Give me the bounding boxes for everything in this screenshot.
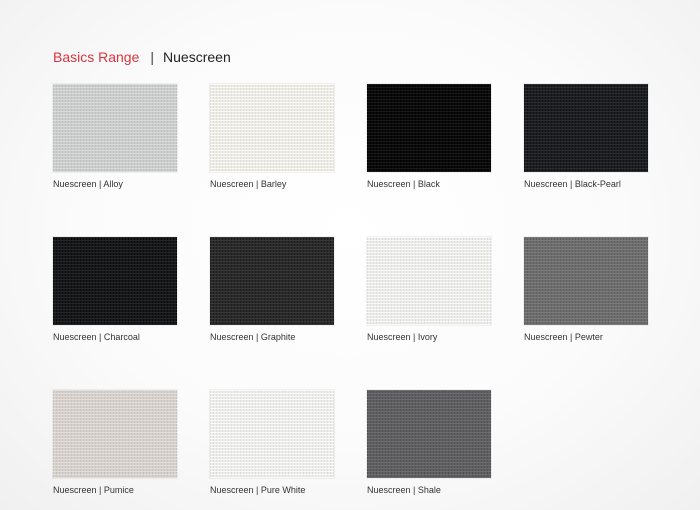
swatch-card-black-pearl[interactable]: Nuescreen | Black-Pearl (524, 84, 648, 190)
swatch-label: Nuescreen | Graphite (210, 332, 296, 342)
fabric-swatch-pumice[interactable] (53, 390, 177, 478)
range-name[interactable]: Basics Range (53, 49, 139, 65)
swatch-label: Nuescreen | Barley (210, 179, 287, 189)
swatch-label: Nuescreen | Alloy (53, 179, 123, 189)
swatch-label: Nuescreen | Black-Pearl (524, 179, 621, 189)
swatch-card-graphite[interactable]: Nuescreen | Graphite (210, 237, 334, 343)
swatch-label: Nuescreen | Ivory (367, 332, 438, 342)
fabric-swatch-pewter[interactable] (524, 237, 648, 325)
product-name: Nuescreen (163, 49, 231, 65)
swatch-card-ivory[interactable]: Nuescreen | Ivory (367, 237, 491, 343)
fabric-swatch-black[interactable] (367, 84, 491, 172)
swatch-card-pewter[interactable]: Nuescreen | Pewter (524, 237, 648, 343)
swatch-card-alloy[interactable]: Nuescreen | Alloy (53, 84, 177, 190)
fabric-swatch-shale[interactable] (367, 390, 491, 478)
swatch-card-barley[interactable]: Nuescreen | Barley (210, 84, 334, 190)
swatch-card-black[interactable]: Nuescreen | Black (367, 84, 491, 190)
swatch-card-pumice[interactable]: Nuescreen | Pumice (53, 390, 177, 496)
swatch-card-shale[interactable]: Nuescreen | Shale (367, 390, 491, 496)
swatch-label: Nuescreen | Pewter (524, 332, 603, 342)
fabric-swatch-pure-white[interactable] (210, 390, 334, 478)
fabric-swatch-charcoal[interactable] (53, 237, 177, 325)
page-title: Basics Range | Nuescreen (53, 48, 231, 66)
fabric-swatch-alloy[interactable] (53, 84, 177, 172)
fabric-swatch-graphite[interactable] (210, 237, 334, 325)
title-separator: | (150, 49, 155, 65)
fabric-swatch-barley[interactable] (210, 84, 334, 172)
swatch-grid: Nuescreen | Alloy Nuescreen | Barley Nue… (53, 84, 648, 496)
fabric-swatch-black-pearl[interactable] (524, 84, 648, 172)
swatch-label: Nuescreen | Pure White (210, 485, 306, 495)
swatch-label: Nuescreen | Charcoal (53, 332, 140, 342)
swatch-card-pure-white[interactable]: Nuescreen | Pure White (210, 390, 334, 496)
swatch-card-charcoal[interactable]: Nuescreen | Charcoal (53, 237, 177, 343)
swatch-label: Nuescreen | Pumice (53, 485, 134, 495)
swatch-label: Nuescreen | Shale (367, 485, 441, 495)
fabric-swatch-ivory[interactable] (367, 237, 491, 325)
swatch-label: Nuescreen | Black (367, 179, 440, 189)
